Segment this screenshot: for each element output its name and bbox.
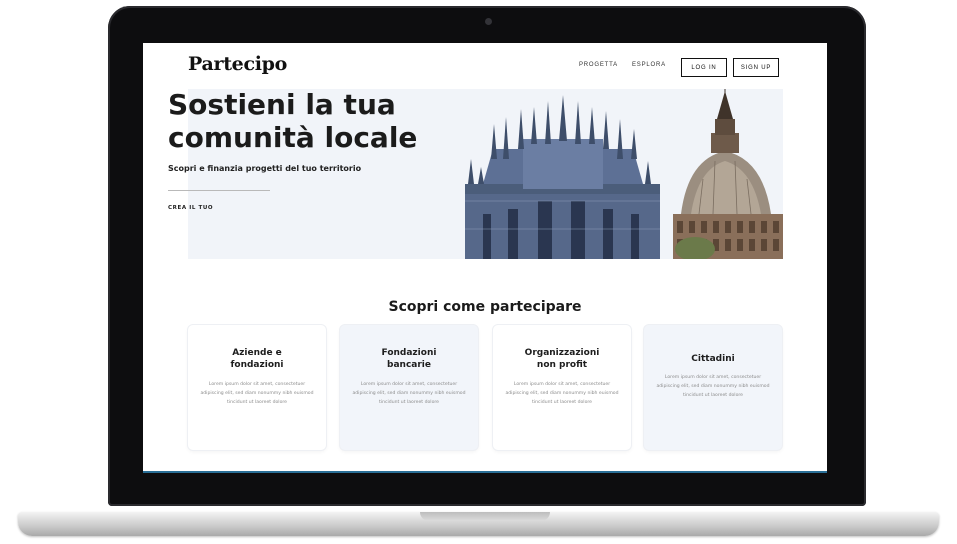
section-title: Scopri come partecipare (388, 299, 582, 315)
site-logo[interactable]: Partecipo (188, 53, 287, 75)
webcam-icon (485, 18, 492, 25)
card-fondazioni-bancarie[interactable]: Fondazioni bancarie Lorem ipsum dolor si… (340, 325, 478, 450)
site-header: Partecipo PROGETTA ESPLORA LOG IN SIGN U… (143, 43, 827, 87)
signup-button[interactable]: SIGN UP (733, 58, 779, 77)
milan-cathedral-illustration (465, 95, 660, 259)
nav-link-progetta[interactable]: PROGETTA (579, 62, 618, 68)
card-cittadini[interactable]: Cittadini Lorem ipsum dolor sit amet, co… (644, 325, 782, 450)
card-aziende[interactable]: Aziende e fondazioni Lorem ipsum dolor s… (188, 325, 326, 450)
login-button[interactable]: LOG IN (681, 58, 727, 77)
card-title: Cittadini (691, 354, 735, 364)
nav-link-esplora[interactable]: ESPLORA (632, 62, 666, 68)
card-title: Fondazioni bancarie (381, 348, 437, 370)
card-body: Lorem ipsum dolor sit amet, consectetuer… (200, 382, 314, 405)
card-title: Organizzazioni non profit (524, 348, 600, 370)
laptop-opening-notch (420, 512, 550, 521)
hero-subtitle: Scopri e finanzia progetti del tuo terri… (168, 164, 362, 173)
card-body: Lorem ipsum dolor sit amet, consectetuer… (505, 382, 619, 405)
card-body: Lorem ipsum dolor sit amet, consectetuer… (352, 382, 466, 405)
hero-divider (168, 190, 270, 191)
laptop-screen: Partecipo PROGETTA ESPLORA LOG IN SIGN U… (143, 43, 827, 471)
card-non-profit[interactable]: Organizzazioni non profit Lorem ipsum do… (493, 325, 631, 450)
mole-antonelliana-illustration (673, 89, 783, 259)
hero-title: Sostieni la tua comunità locale (168, 88, 418, 154)
hero-cta-link[interactable]: CREA IL TUO (168, 205, 213, 211)
card-title: Aziende e fondazioni (230, 348, 284, 370)
screen-edge (143, 471, 827, 473)
hero-landmarks-image (465, 89, 783, 259)
card-body: Lorem ipsum dolor sit amet, consectetuer… (656, 375, 770, 398)
